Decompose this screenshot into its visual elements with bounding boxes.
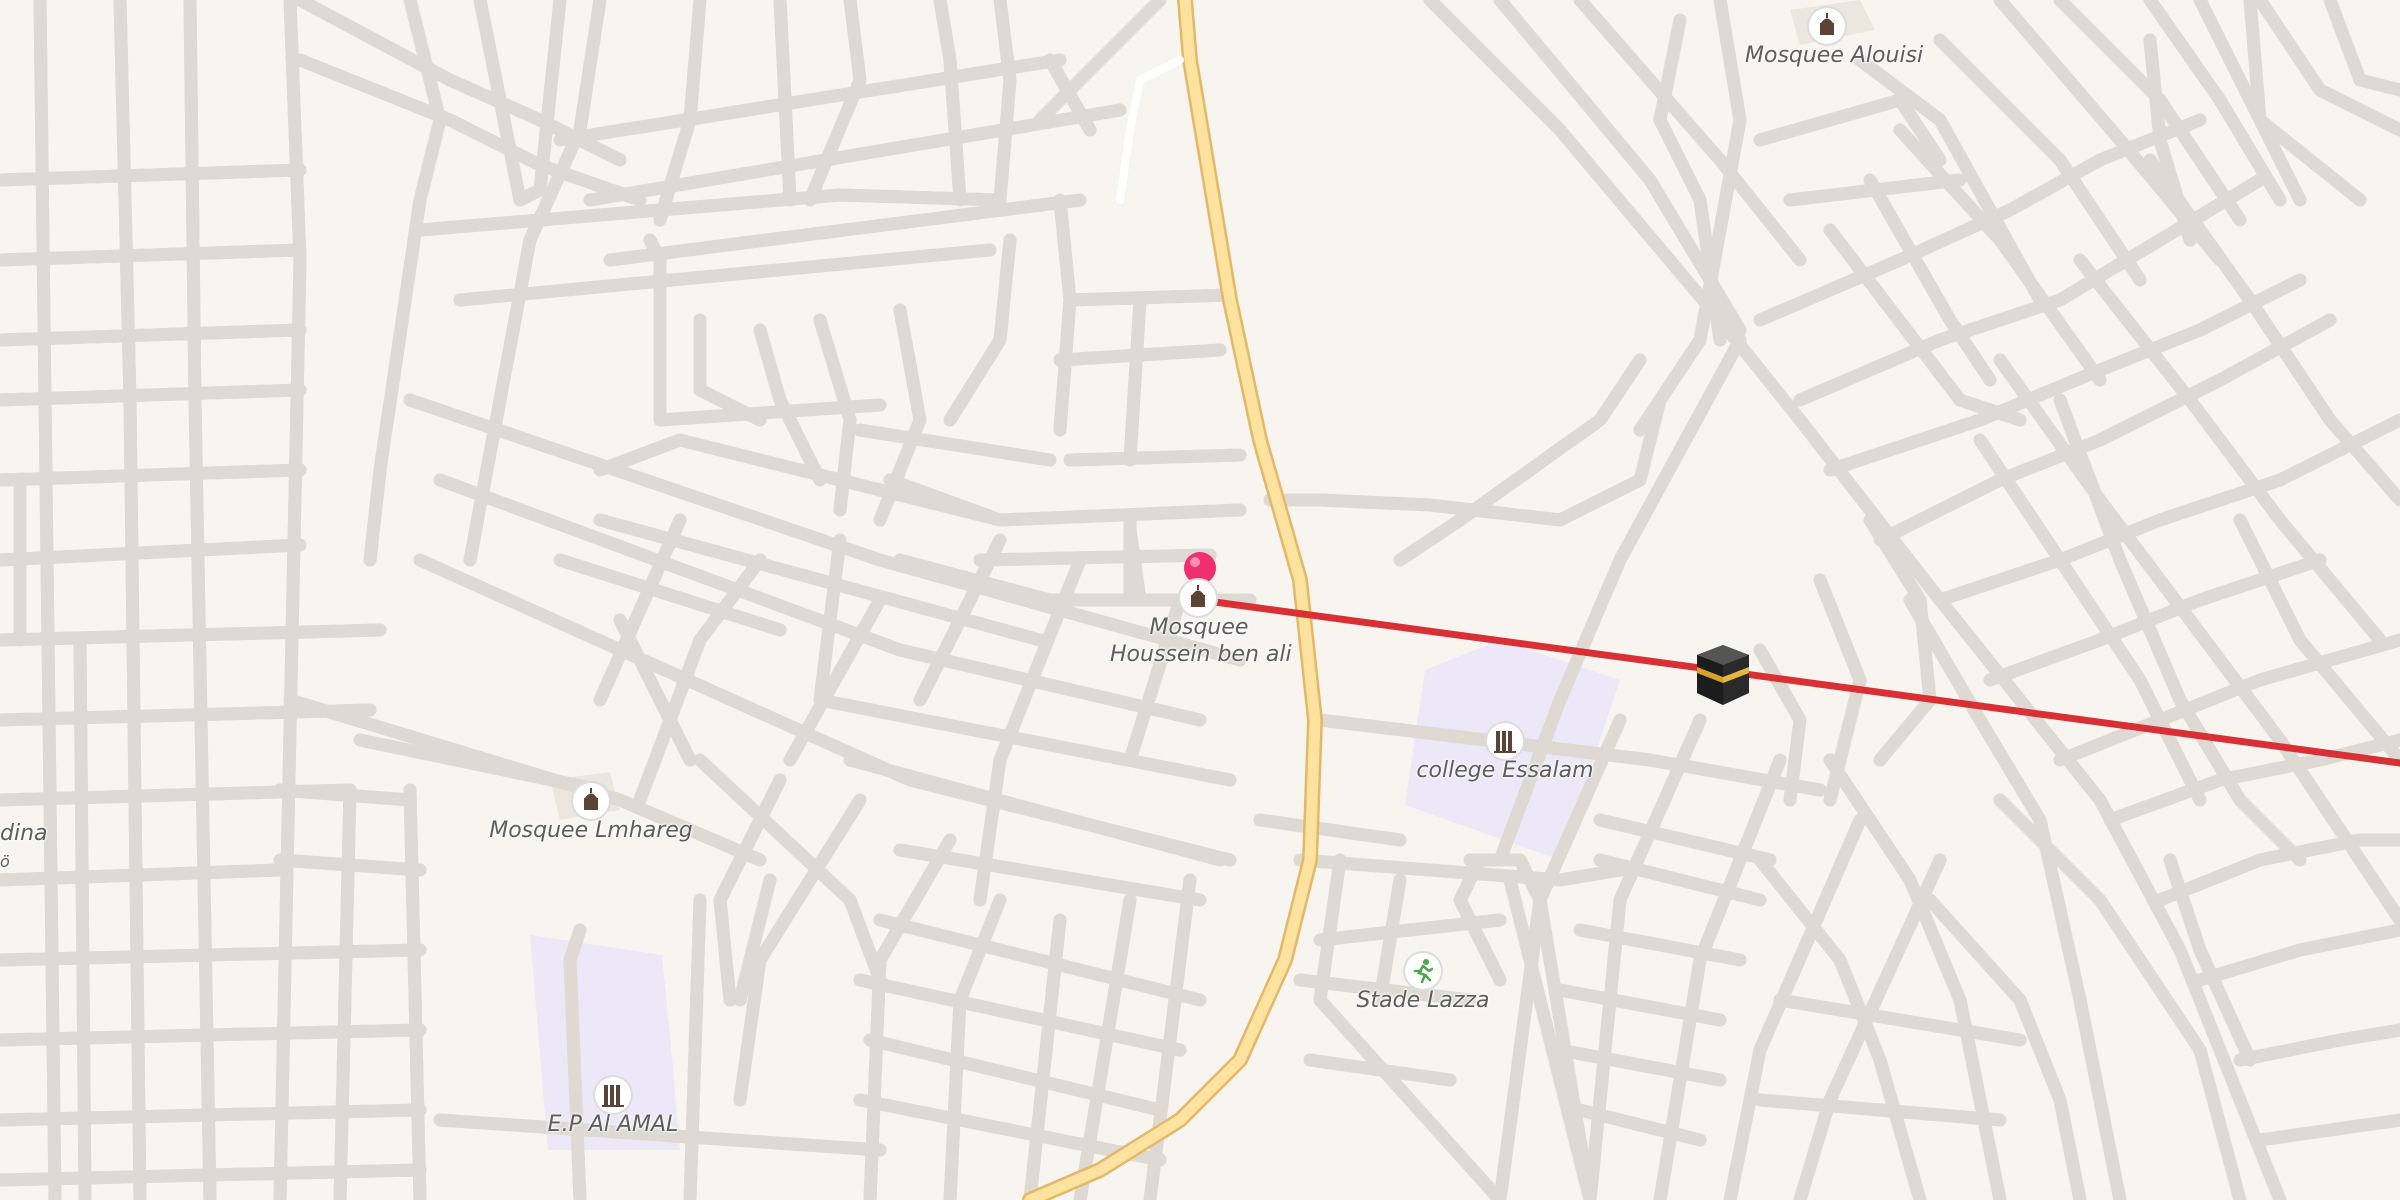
mosque-icon[interactable]	[1809, 8, 1845, 44]
poi-label-ep-al-amal: E.P Al AMAL	[547, 1112, 679, 1137]
edge-label-partial: dina ö	[0, 821, 48, 871]
school-icon[interactable]	[1487, 723, 1523, 759]
poi-label-mosquee-lmhareg: Mosquee Lmhareg	[489, 818, 693, 843]
school-icon[interactable]	[595, 1077, 631, 1113]
poi-label-stade-lazza: Stade Lazza	[1356, 988, 1490, 1013]
kaaba-icon[interactable]	[1697, 645, 1749, 705]
poi-label-mosquee-alouisi: Mosquee Alouisi	[1745, 43, 1924, 68]
mosque-icon[interactable]	[1180, 580, 1216, 616]
poi-label-mosquee-houssein-ben-ali: Mosquee Houssein ben ali	[1110, 615, 1292, 667]
poi-label-college-essalam: college Essalam	[1416, 758, 1594, 783]
map-canvas[interactable]: Mosquee Alouisi Mosquee Houssein ben ali …	[0, 0, 2400, 1200]
mosque-icon[interactable]	[573, 783, 609, 819]
stadium-runner-icon[interactable]	[1405, 953, 1441, 989]
